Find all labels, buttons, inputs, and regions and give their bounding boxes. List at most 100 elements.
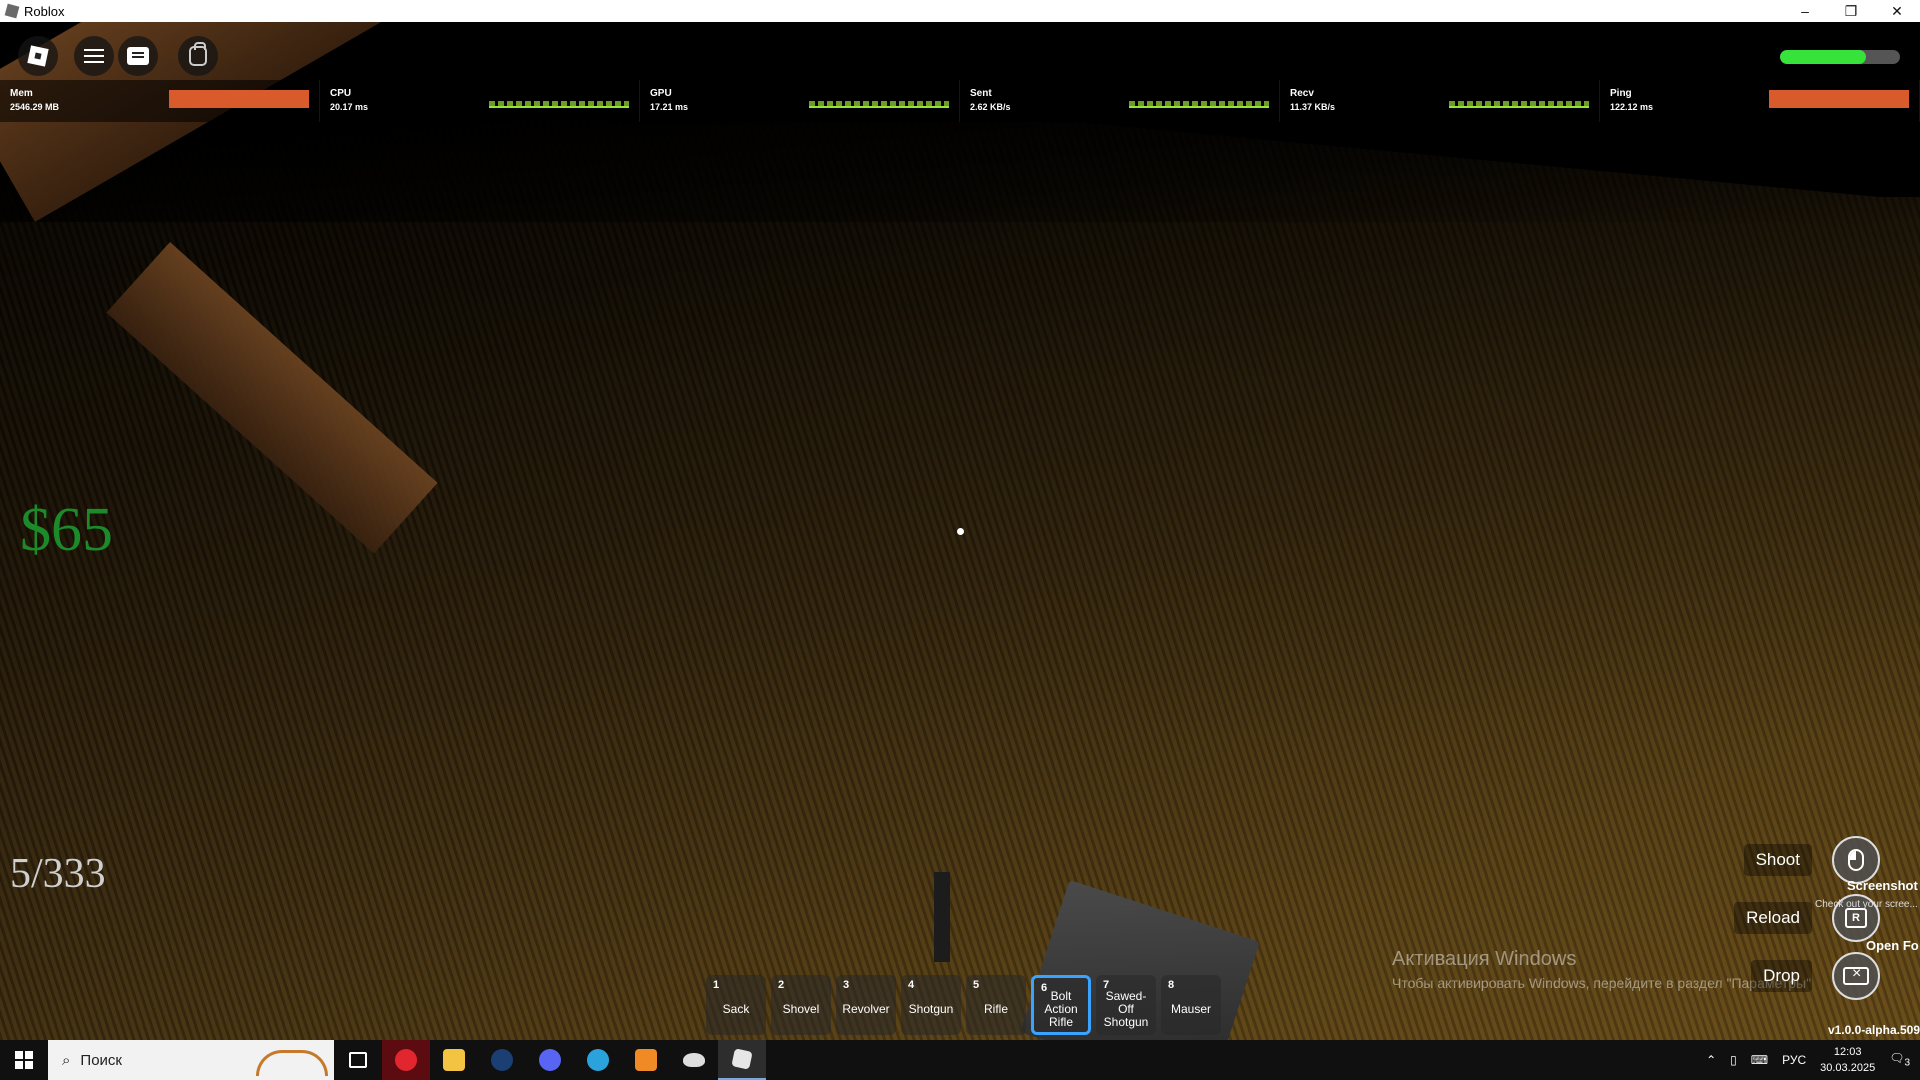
activation-title: Активация Windows (1392, 948, 1577, 970)
notifications-icon[interactable]: 🗨3 (1889, 1051, 1910, 1068)
roblox-logo-icon (27, 45, 49, 67)
slot-name: Sack (722, 1001, 750, 1016)
crosshair (957, 528, 964, 535)
stat-label: Recv (1290, 88, 1314, 99)
money-counter: $65 (20, 496, 113, 564)
stat-label: CPU (330, 88, 352, 99)
notification-count: 3 (1904, 1057, 1910, 1069)
hotbar-slot-4[interactable]: 4 Shotgun (901, 975, 961, 1035)
stat-bar (1769, 90, 1909, 108)
discord-taskbar-button[interactable] (526, 1040, 574, 1080)
mouse-icon (1848, 849, 1864, 871)
weapon-barrel (934, 872, 950, 962)
telegram-taskbar-button[interactable] (574, 1040, 622, 1080)
health-bar (1780, 50, 1900, 64)
backspace-icon (1843, 965, 1869, 985)
stat-value: 2.62 KB/s (970, 102, 1011, 112)
stat-gpu[interactable]: GPU 17.21 ms (640, 80, 960, 122)
steam-taskbar-button[interactable] (478, 1040, 526, 1080)
ammo-counter: 5/333 (10, 851, 106, 897)
folder-icon (443, 1049, 465, 1071)
backpack-button[interactable] (178, 36, 218, 76)
r-key-icon: R (1845, 908, 1867, 928)
slot-name: Sawed-Off Shotgun (1103, 988, 1149, 1029)
maximize-button[interactable]: ❐ (1828, 0, 1874, 22)
telegram-icon (587, 1049, 609, 1071)
stat-value: 2546.29 MB (10, 102, 60, 112)
minimize-button[interactable]: – (1782, 0, 1828, 22)
taskbar-search[interactable]: ⌕ Поиск (48, 1040, 334, 1080)
roblox-menu-button[interactable] (18, 36, 58, 76)
stat-label: GPU (650, 88, 672, 99)
windows-icon (15, 1051, 33, 1069)
stat-sent[interactable]: Sent 2.62 KB/s (960, 80, 1280, 122)
tray-chevron-icon[interactable]: ⌃ (1706, 1053, 1716, 1067)
stat-mem[interactable]: Mem 2546.29 MB (0, 80, 320, 122)
stat-value: 11.37 KB/s (1290, 102, 1336, 112)
hotbar-slot-6[interactable]: 6 Bolt Action Rifle (1031, 975, 1091, 1035)
keyboard-icon[interactable]: ⌨ (1751, 1053, 1768, 1067)
stat-graph (809, 90, 949, 108)
stat-label: Sent (970, 88, 992, 99)
clock[interactable]: 12:03 30.03.2025 (1820, 1044, 1875, 1076)
slot-name: Revolver (842, 1001, 890, 1016)
drop-button[interactable] (1832, 952, 1880, 1000)
shoot-button[interactable] (1832, 836, 1880, 884)
roblox-app-icon (4, 3, 20, 19)
open-folder-link[interactable]: Open Fo (1866, 938, 1919, 953)
window-title: Roblox (24, 3, 65, 19)
activation-subtitle: Чтобы активировать Windows, перейдите в … (1392, 975, 1812, 991)
sublime-icon (635, 1049, 657, 1071)
start-button[interactable] (0, 1040, 48, 1080)
window-titlebar: Roblox – ❐ ✕ (0, 0, 1920, 22)
hat-app-taskbar-button[interactable] (670, 1040, 718, 1080)
roblox-taskbar-button[interactable] (718, 1040, 766, 1080)
system-tray: ⌃ ▯ ⌨ РУС 12:03 30.03.2025 🗨3 (1706, 1040, 1920, 1080)
stat-value: 20.17 ms (330, 102, 369, 112)
search-highlight-image (256, 1050, 328, 1076)
explorer-taskbar-button[interactable] (430, 1040, 478, 1080)
clock-date: 30.03.2025 (1820, 1062, 1876, 1074)
stat-recv[interactable]: Recv 11.37 KB/s (1280, 80, 1600, 122)
stat-label: Ping (1610, 88, 1632, 99)
windows-activation-watermark: Активация Windows Чтобы активировать Win… (1392, 948, 1811, 991)
hamburger-button[interactable] (74, 36, 114, 76)
sublime-taskbar-button[interactable] (622, 1040, 670, 1080)
task-view-button[interactable] (334, 1040, 382, 1080)
stat-ping[interactable]: Ping 122.12 ms (1600, 80, 1920, 122)
close-button[interactable]: ✕ (1874, 0, 1920, 22)
screenshot-notice-title[interactable]: Screenshot (1847, 878, 1918, 893)
hotbar-slot-5[interactable]: 5 Rifle (966, 975, 1026, 1035)
stat-label: Mem (10, 88, 33, 99)
hotbar-slot-3[interactable]: 3 Revolver (836, 975, 896, 1035)
discord-icon (539, 1049, 561, 1071)
opera-taskbar-button[interactable] (382, 1040, 430, 1080)
language-indicator[interactable]: РУС (1782, 1053, 1806, 1067)
slot-name: Shovel (782, 1001, 820, 1016)
slot-name: Bolt Action Rifle (1044, 988, 1078, 1029)
hotbar-slot-1[interactable]: 1 Sack (706, 975, 766, 1035)
network-icon[interactable]: ▯ (1730, 1053, 1737, 1067)
hotbar-slot-7[interactable]: 7 Sawed-Off Shotgun (1096, 975, 1156, 1035)
search-placeholder: Поиск (80, 1051, 122, 1069)
shoot-action[interactable]: Shoot (1743, 836, 1880, 884)
stat-cpu[interactable]: CPU 20.17 ms (320, 80, 640, 122)
shoot-label: Shoot (1743, 844, 1812, 876)
steam-icon (491, 1049, 513, 1071)
stat-graph (1449, 90, 1589, 108)
windows-taskbar: ⌕ Поиск ⌃ ▯ ⌨ РУС 12:03 30.03.2025 🗨3 (0, 1040, 1920, 1080)
version-label: v1.0.0-alpha.509 (1827, 1023, 1920, 1037)
health-bar-fill (1780, 50, 1867, 64)
performance-stats-bar: Mem 2546.29 MB CPU 20.17 ms GPU 17.21 ms Se… (0, 80, 1920, 122)
stat-bar (169, 90, 309, 108)
hotbar-slot-2[interactable]: 2 Shovel (771, 975, 831, 1035)
stat-graph (1129, 90, 1269, 108)
task-view-icon (349, 1052, 367, 1068)
chat-button[interactable] (118, 36, 158, 76)
opera-icon (395, 1049, 417, 1071)
slot-name: Mauser (1170, 1001, 1211, 1016)
backpack-icon (189, 42, 207, 66)
hotbar-slot-8[interactable]: 8 Mauser (1161, 975, 1221, 1035)
stat-value: 17.21 ms (650, 102, 689, 112)
drop-action[interactable]: Drop (1751, 952, 1880, 1000)
